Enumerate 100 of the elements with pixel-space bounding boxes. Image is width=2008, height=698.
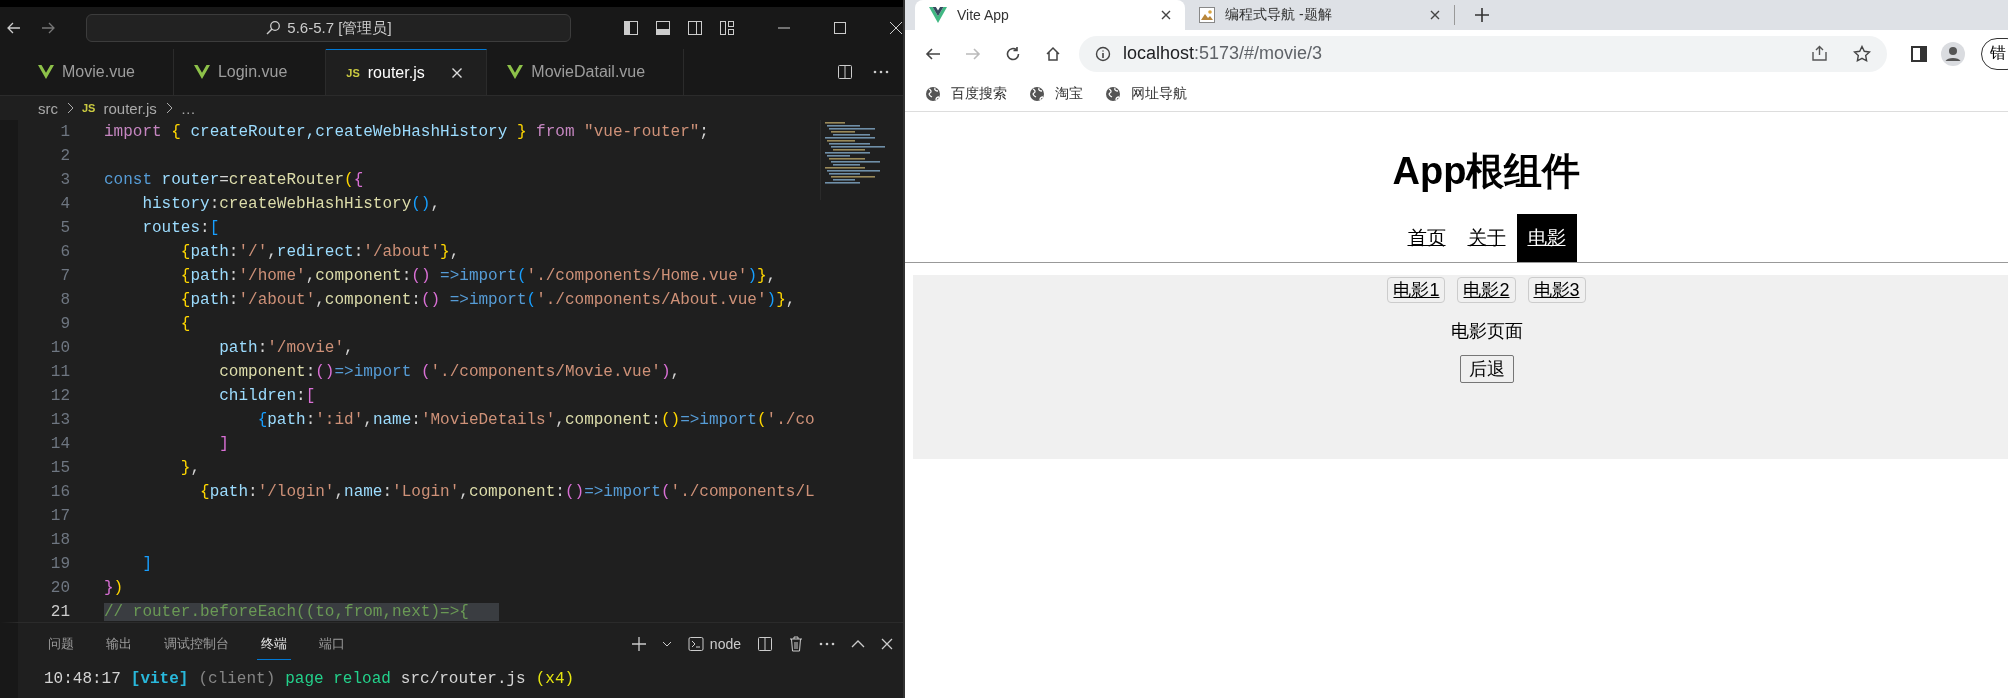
line-number: 4 bbox=[59, 195, 70, 213]
breadcrumb-folder[interactable]: src bbox=[38, 99, 58, 117]
split-editor-icon[interactable] bbox=[837, 64, 853, 80]
bookmark[interactable]: 淘宝 bbox=[1029, 85, 1083, 103]
code-line: import { createRouter,createWebHashHistory } from "vue-router"; bbox=[104, 123, 709, 141]
back-arrow-icon[interactable] bbox=[925, 45, 941, 62]
image-icon bbox=[1199, 7, 1215, 23]
maximize-icon[interactable] bbox=[833, 21, 847, 35]
code-line: path:'/movie', bbox=[218, 339, 354, 357]
breadcrumb-file[interactable]: router.js bbox=[103, 99, 157, 117]
sidebar-icon[interactable] bbox=[1911, 45, 1927, 62]
panel-tab[interactable]: 调试控制台 bbox=[160, 628, 233, 660]
movie-link[interactable]: 电影1 bbox=[1387, 277, 1446, 303]
line-number: 14 bbox=[49, 435, 70, 453]
home-icon[interactable] bbox=[1045, 45, 1061, 62]
line-number: 12 bbox=[49, 387, 70, 405]
line-number: 21 bbox=[49, 603, 70, 621]
trash-icon[interactable] bbox=[789, 636, 803, 652]
terminal-output: 10:48:17 [vite] (client) page reload src/router.js (x4) bbox=[43, 669, 576, 690]
nav-link[interactable]: 电影 bbox=[1516, 214, 1577, 262]
vue-file-icon bbox=[38, 65, 54, 79]
code-line: const router=createRouter({ bbox=[104, 171, 364, 189]
globe-icon bbox=[925, 86, 941, 102]
maximize-panel-icon[interactable] bbox=[851, 640, 865, 648]
vue-file-icon bbox=[507, 65, 524, 79]
js-file-icon: JS bbox=[82, 102, 96, 114]
code-line: {path:'/',redirect:'/about'}, bbox=[179, 243, 460, 261]
vue-file-icon bbox=[193, 65, 210, 79]
primary-sidebar-icon[interactable] bbox=[623, 20, 639, 36]
profile-avatar-icon[interactable] bbox=[1941, 41, 1965, 66]
chevron-right-icon bbox=[66, 102, 74, 114]
more-actions-icon[interactable] bbox=[873, 70, 889, 74]
command-center[interactable]: 5.6-5.7 [管理员] bbox=[85, 14, 571, 42]
line-number: 15 bbox=[49, 459, 70, 477]
panel-layout-icon[interactable] bbox=[655, 20, 671, 36]
bookmark[interactable]: 网址导航 bbox=[1105, 85, 1187, 103]
close-tab-icon[interactable] bbox=[1430, 10, 1440, 20]
bookmark-star-icon[interactable] bbox=[1853, 44, 1871, 63]
nav-link[interactable]: 关于 bbox=[1456, 214, 1517, 262]
page-heading: App根组件 bbox=[1391, 149, 1582, 194]
code-line: routes:[ bbox=[141, 219, 220, 237]
movie-link[interactable]: 电影3 bbox=[1527, 277, 1586, 303]
code-line: component:()=>import ('./components/Movie.vue'), bbox=[218, 363, 681, 381]
line-number: 11 bbox=[49, 363, 70, 381]
terminal-selector[interactable]: node bbox=[687, 636, 741, 652]
code-line: history:createWebHashHistory(), bbox=[141, 195, 441, 213]
line-number: 2 bbox=[59, 147, 70, 165]
line-number: 17 bbox=[49, 507, 70, 525]
address-bar[interactable]: localhost:5173/#/movie/3 bbox=[1079, 35, 1887, 72]
new-terminal-icon[interactable] bbox=[631, 637, 646, 651]
code-line: children:[ bbox=[218, 387, 316, 405]
line-number: 10 bbox=[49, 339, 70, 357]
share-icon[interactable] bbox=[1811, 44, 1829, 61]
back-button[interactable]: 后退 bbox=[1459, 355, 1514, 383]
profile-button[interactable]: 错 bbox=[1981, 37, 2008, 70]
line-number: 20 bbox=[49, 579, 70, 597]
close-panel-icon[interactable] bbox=[881, 638, 893, 650]
close-icon[interactable] bbox=[889, 21, 903, 35]
line-number: 8 bbox=[59, 291, 70, 309]
line-number: 16 bbox=[49, 483, 70, 501]
panel-tab[interactable]: 终端 bbox=[257, 628, 291, 660]
code-line: {path:'/home',component:() =>import('./components/Home.vue')}, bbox=[179, 267, 777, 285]
terminal-icon bbox=[687, 636, 704, 652]
code-line: ] bbox=[141, 555, 152, 573]
layout-grid-icon[interactable] bbox=[719, 20, 735, 36]
line-number: 9 bbox=[59, 315, 70, 333]
more-actions-icon[interactable] bbox=[819, 642, 835, 646]
panel-tab[interactable]: 输出 bbox=[102, 628, 136, 660]
js-file-icon: JS bbox=[346, 66, 360, 79]
info-icon[interactable] bbox=[1095, 45, 1111, 62]
forward-arrow-icon[interactable] bbox=[39, 20, 56, 36]
panel-tab[interactable]: 问题 bbox=[44, 628, 78, 660]
split-terminal-icon[interactable] bbox=[757, 636, 773, 652]
panel-tab[interactable]: 端口 bbox=[315, 628, 349, 660]
nav-link[interactable]: 首页 bbox=[1396, 214, 1457, 262]
globe-icon bbox=[1029, 86, 1045, 102]
breadcrumb-more[interactable]: … bbox=[180, 99, 196, 117]
code-line: {path:'/about',component:() =>import('./components/About.vue')}, bbox=[179, 291, 796, 309]
line-number: 5 bbox=[59, 219, 70, 237]
search-icon bbox=[265, 20, 282, 36]
code-line: }) bbox=[104, 579, 124, 597]
reload-icon[interactable] bbox=[1005, 45, 1021, 62]
chevron-right-icon bbox=[164, 102, 173, 114]
browser-tab[interactable]: Vite App bbox=[915, 0, 1185, 30]
close-tab-icon[interactable] bbox=[1161, 10, 1171, 20]
code-line: }, bbox=[179, 459, 201, 477]
editor-tab[interactable]: JS router.js bbox=[326, 49, 488, 95]
code-line: ] bbox=[218, 435, 229, 453]
browser-tab[interactable]: 编程式导航 -题解 bbox=[1185, 5, 1455, 25]
movie-link[interactable]: 电影2 bbox=[1457, 277, 1516, 303]
line-number: 7 bbox=[59, 267, 70, 285]
bookmark[interactable]: 百度搜索 bbox=[925, 85, 1007, 103]
back-arrow-icon[interactable] bbox=[6, 20, 22, 36]
new-tab-icon[interactable] bbox=[1475, 8, 1489, 22]
chevron-down-icon[interactable] bbox=[661, 641, 672, 647]
line-number: 13 bbox=[49, 411, 70, 429]
line-number: 3 bbox=[59, 171, 70, 189]
code-line: { bbox=[179, 315, 191, 333]
vue-logo-icon bbox=[929, 7, 947, 23]
secondary-sidebar-icon[interactable] bbox=[687, 20, 703, 36]
